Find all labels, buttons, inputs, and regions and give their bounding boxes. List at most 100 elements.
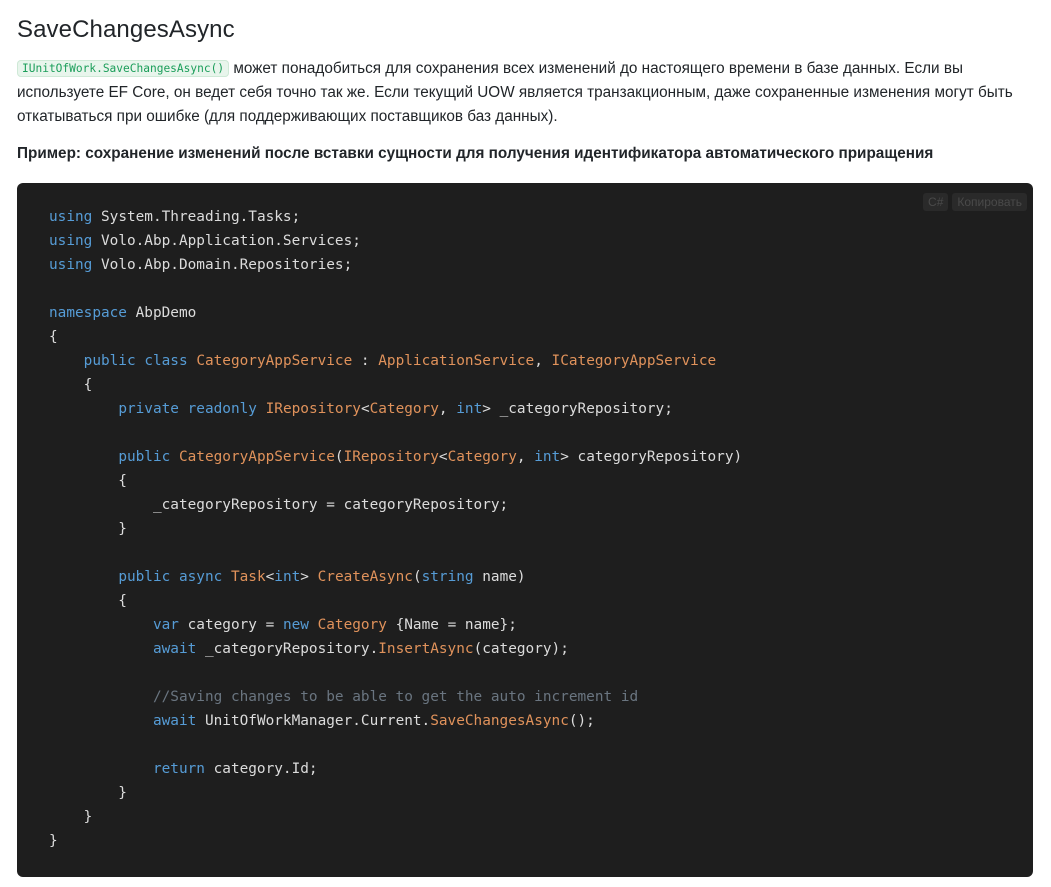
code-token: _categoryRepository. — [196, 641, 379, 657]
code-token: > _categoryRepository; — [482, 401, 673, 417]
inline-code-method: IUnitOfWork.SaveChangesAsync() — [17, 60, 230, 77]
code-line: //Saving changes to be able to get the a… — [49, 685, 742, 709]
code-token: Volo.Abp.Application.Services; — [92, 233, 361, 249]
code-line: public async Task<int> CreateAsync(strin… — [49, 565, 742, 589]
code-token: Category — [369, 401, 439, 417]
code-content[interactable]: using System.Threading.Tasks; using Volo.… — [49, 205, 742, 853]
code-token: AbpDemo — [126, 305, 197, 321]
code-token: < — [438, 449, 448, 465]
code-line: ​ — [49, 733, 742, 757]
code-token: category.Id; — [204, 761, 318, 777]
example-heading: Пример: сохранение изменений после встав… — [17, 145, 934, 162]
code-toolbar: C# Копировать — [923, 193, 1027, 211]
code-token: int — [274, 569, 301, 585]
code-token: async — [178, 569, 223, 585]
code-token: } — [49, 809, 93, 825]
copy-button[interactable]: Копировать — [952, 193, 1027, 211]
code-token: using — [49, 209, 93, 225]
code-line: ​ — [49, 277, 742, 301]
code-line: return category.Id; — [49, 757, 742, 781]
code-line: using Volo.Abp.Application.Services; — [49, 229, 742, 253]
code-line: { — [49, 589, 742, 613]
code-line: public CategoryAppService(IRepository<Ca… — [49, 445, 742, 469]
code-line: } — [49, 829, 742, 853]
code-token: < — [265, 569, 275, 585]
code-line: private readonly IRepository<Category, i… — [49, 397, 742, 421]
code-token: Category — [317, 617, 387, 633]
code-token: } — [49, 785, 127, 801]
code-token: ICategoryAppService — [551, 353, 717, 369]
code-token: UnitOfWorkManager.Current. — [196, 713, 431, 729]
code-token: , — [516, 449, 535, 465]
code-token: int — [534, 449, 561, 465]
code-token: Category — [447, 449, 517, 465]
code-token: { — [49, 473, 127, 489]
code-token: SaveChangesAsync — [430, 713, 569, 729]
code-token: int — [456, 401, 483, 417]
code-line: public class CategoryAppService : Applic… — [49, 349, 742, 373]
code-token: Task — [230, 569, 266, 585]
code-token: name) — [473, 569, 526, 585]
code-token: public — [83, 353, 136, 369]
code-token: namespace — [49, 305, 127, 321]
code-token: using — [49, 233, 93, 249]
code-line: var category = new Category {Name = name… — [49, 613, 742, 637]
code-line: using Volo.Abp.Domain.Repositories; — [49, 253, 742, 277]
code-token: ( — [334, 449, 344, 465]
code-line: namespace AbpDemo — [49, 301, 742, 325]
code-line: } — [49, 781, 742, 805]
code-token: //Saving changes to be able to get the a… — [152, 689, 639, 705]
code-token: > categoryRepository) — [560, 449, 743, 465]
code-token: : — [352, 353, 379, 369]
code-token: System.Threading.Tasks; — [92, 209, 301, 225]
code-token: private — [118, 401, 179, 417]
code-line: { — [49, 469, 742, 493]
code-token: < — [360, 401, 370, 417]
code-line: _categoryRepository = categoryRepository… — [49, 493, 742, 517]
code-line: ​ — [49, 541, 742, 565]
code-token: {Name = name}; — [386, 617, 517, 633]
code-token: using — [49, 257, 93, 273]
code-line: ​ — [49, 421, 742, 445]
code-line: } — [49, 517, 742, 541]
code-token: InsertAsync — [378, 641, 474, 657]
code-token: { — [49, 593, 127, 609]
code-token: IRepository — [265, 401, 361, 417]
code-token: (); — [568, 713, 595, 729]
code-token: { — [49, 377, 93, 393]
code-token: ( — [412, 569, 422, 585]
code-line: await UnitOfWorkManager.Current.SaveChan… — [49, 709, 742, 733]
code-token: category = — [178, 617, 283, 633]
section-title: SaveChangesAsync — [17, 16, 235, 43]
code-token: (category); — [473, 641, 569, 657]
code-token: CategoryAppService — [196, 353, 353, 369]
code-line: ​ — [49, 661, 742, 685]
code-token: , — [438, 401, 457, 417]
code-token: > — [300, 569, 318, 585]
code-token: return — [152, 761, 205, 777]
code-block: C# Копировать using System.Threading.Tas… — [17, 183, 1033, 877]
code-token: class — [144, 353, 188, 369]
code-token: public — [118, 569, 171, 585]
code-token: await — [152, 713, 197, 729]
code-token: ApplicationService — [378, 353, 535, 369]
code-token: string — [421, 569, 474, 585]
code-line: { — [49, 325, 742, 349]
code-token: } — [49, 521, 127, 537]
code-token: var — [152, 617, 179, 633]
code-token: { — [49, 329, 58, 345]
